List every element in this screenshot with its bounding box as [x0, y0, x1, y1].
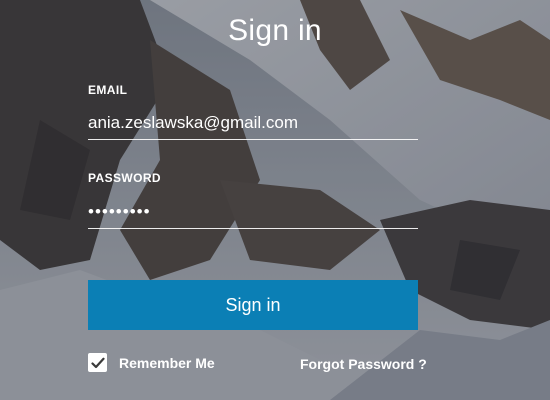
remember-checkbox[interactable]: [88, 353, 107, 372]
remember-label: Remember Me: [119, 354, 215, 371]
forgot-password-link[interactable]: Forgot Password ?: [300, 356, 427, 372]
password-field[interactable]: [88, 195, 418, 229]
email-label: EMAIL: [88, 83, 128, 97]
sign-in-button[interactable]: Sign in: [88, 280, 418, 330]
email-field[interactable]: [88, 106, 418, 140]
password-label: PASSWORD: [88, 171, 161, 185]
checkmark-icon: [90, 357, 105, 368]
page-title: Sign in: [228, 14, 322, 47]
remember-me[interactable]: Remember Me: [88, 353, 215, 372]
